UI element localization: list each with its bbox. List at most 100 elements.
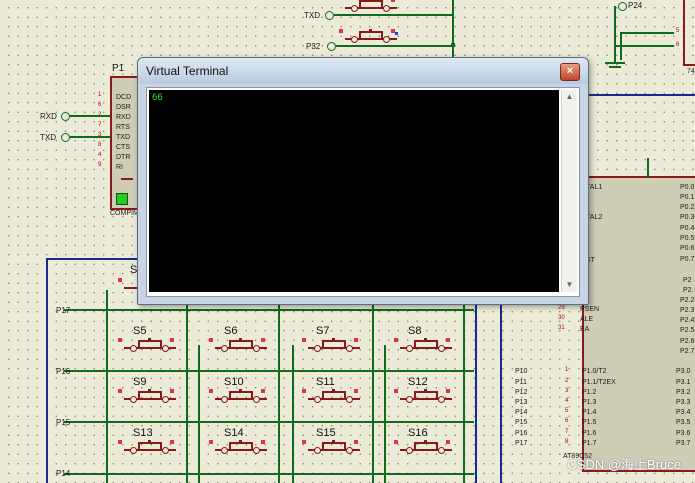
pin-number: 8 bbox=[565, 439, 569, 445]
row-net-label: P16 bbox=[56, 367, 71, 376]
mcu-pin-p1: P1.2 bbox=[582, 389, 597, 396]
window-titlebar[interactable]: Virtual Terminal × bbox=[138, 58, 588, 84]
compim-pin: CTS bbox=[116, 144, 130, 151]
mcu-pin-p0: P0.7 bbox=[680, 256, 695, 263]
switch-label-s7: S7 bbox=[316, 325, 330, 337]
switch-s9[interactable] bbox=[118, 389, 176, 407]
wire-col bbox=[292, 345, 294, 483]
port1-net-label: P11 bbox=[515, 379, 527, 386]
terminal-frame: 66 ▲ ▼ bbox=[146, 87, 580, 297]
switch-label-s12: S12 bbox=[408, 376, 428, 388]
window-title: Virtual Terminal bbox=[146, 64, 229, 78]
wire-col bbox=[186, 300, 188, 483]
switch-label-s13: S13 bbox=[133, 427, 153, 439]
port1-net-label: P12 bbox=[515, 389, 528, 396]
pin-number: 7 bbox=[565, 429, 569, 435]
scroll-down-icon[interactable]: ▼ bbox=[562, 278, 577, 292]
row-net-label: P15 bbox=[56, 418, 71, 427]
pin-number: 5 bbox=[676, 28, 680, 34]
switch-s7[interactable] bbox=[302, 338, 360, 356]
scroll-up-icon[interactable]: ▲ bbox=[562, 90, 577, 104]
switch-s5[interactable] bbox=[118, 338, 176, 356]
wire-col bbox=[106, 290, 108, 483]
compim-label: COMPIM bbox=[110, 210, 139, 217]
mcu-pin-psen: PSEN bbox=[580, 306, 600, 313]
push-button-top[interactable] bbox=[345, 0, 397, 16]
pin-number: 30 bbox=[558, 315, 565, 321]
wire-row-p15 bbox=[64, 421, 474, 423]
port1-net-label: P14 bbox=[515, 409, 528, 416]
terminal-output: 66 bbox=[152, 93, 163, 103]
net-terminal bbox=[325, 11, 334, 20]
mcu-pin-p3: P3.6 bbox=[676, 430, 691, 437]
terminal-screen[interactable]: 66 bbox=[149, 90, 559, 292]
mcu-pin-p1: P1.6 bbox=[582, 430, 597, 437]
wire bbox=[70, 115, 110, 117]
wire-col bbox=[278, 300, 280, 483]
switch-s13[interactable] bbox=[118, 440, 176, 458]
wire-col bbox=[198, 345, 200, 483]
net-terminal bbox=[61, 112, 70, 121]
mcu-pin-p0: P0.5 bbox=[680, 235, 695, 242]
switch-s12[interactable] bbox=[394, 389, 452, 407]
switch-label-s14: S14 bbox=[224, 427, 244, 439]
compim-pin: RTS bbox=[116, 124, 130, 131]
pin-number: 6 bbox=[676, 42, 680, 48]
watermark: CSDN @海上Bruce bbox=[567, 457, 681, 472]
wire-row-p17 bbox=[64, 309, 474, 311]
wire bbox=[620, 32, 622, 60]
switch-s14[interactable] bbox=[209, 440, 267, 458]
switch-s11[interactable] bbox=[302, 389, 360, 407]
switch-label-s9: S9 bbox=[133, 376, 147, 388]
bus-line bbox=[46, 258, 48, 483]
mcu-pin-p3: P3.2 bbox=[676, 389, 691, 396]
mcu-pin-p3: P3.4 bbox=[676, 409, 691, 416]
virtual-terminal-window[interactable]: Virtual Terminal × 66 ▲ ▼ bbox=[137, 57, 589, 305]
mcu-pin-p3: P3.7 bbox=[676, 440, 691, 447]
compim-pin: DSR bbox=[116, 104, 131, 111]
row-net-label: P14 bbox=[56, 469, 71, 478]
switch-s16[interactable] bbox=[394, 440, 452, 458]
switch-s10[interactable] bbox=[209, 389, 267, 407]
mcu-pin-p2: P2.6 bbox=[680, 338, 695, 345]
bus-line bbox=[588, 94, 695, 96]
mcu-pin-p1: P1.4 bbox=[582, 409, 597, 416]
row-net-label: P17 bbox=[56, 306, 71, 315]
pin-number: 31 bbox=[558, 325, 565, 331]
mcu-pin-p0: P0.2 bbox=[680, 204, 695, 211]
ground-symbol bbox=[609, 66, 621, 68]
net-label-txd-top: TXD bbox=[304, 11, 320, 20]
pin-number: 29 bbox=[558, 305, 565, 311]
mcu-pin-p1: P1.7 bbox=[582, 440, 597, 447]
switch-label-s16: S16 bbox=[408, 427, 428, 439]
net-terminal bbox=[327, 42, 336, 51]
mcu-pin-p3: P3.0 bbox=[676, 368, 691, 375]
port1-net-label: P17 bbox=[515, 440, 528, 447]
mcu-pin-p2: P2.7 bbox=[680, 348, 695, 355]
switch-s6[interactable] bbox=[209, 338, 267, 356]
mcu-pin-ea: EA bbox=[580, 326, 590, 333]
switch-s8[interactable] bbox=[394, 338, 452, 356]
compim-pin: RI bbox=[116, 164, 123, 171]
push-button-top-2[interactable] bbox=[339, 29, 398, 47]
mcu-pin-p2: P2.2 bbox=[680, 297, 695, 304]
wire-col bbox=[463, 300, 465, 483]
switch-label-s8: S8 bbox=[408, 325, 422, 337]
mcu-pin-p3: P3.3 bbox=[676, 399, 691, 406]
bus-line bbox=[46, 258, 138, 260]
mcu-pin-p1: P1.0/T2 bbox=[582, 368, 607, 375]
terminal-scrollbar[interactable]: ▲ ▼ bbox=[561, 90, 577, 292]
compim-pin: RXD bbox=[116, 114, 131, 121]
wire-row-p14 bbox=[64, 473, 474, 475]
ground-icon bbox=[121, 178, 133, 180]
close-button[interactable]: × bbox=[560, 63, 580, 81]
net-terminal bbox=[61, 133, 70, 142]
port1-net-label: P15 bbox=[515, 419, 528, 426]
mcu-pin-p0: P0.4 bbox=[680, 225, 695, 232]
switch-s15[interactable] bbox=[302, 440, 360, 458]
pin-label: 74 bbox=[687, 68, 695, 75]
wire bbox=[70, 136, 110, 138]
wire-col bbox=[384, 345, 386, 483]
compim-pin: DTR bbox=[116, 154, 131, 161]
compim-led-indicator bbox=[116, 193, 128, 205]
